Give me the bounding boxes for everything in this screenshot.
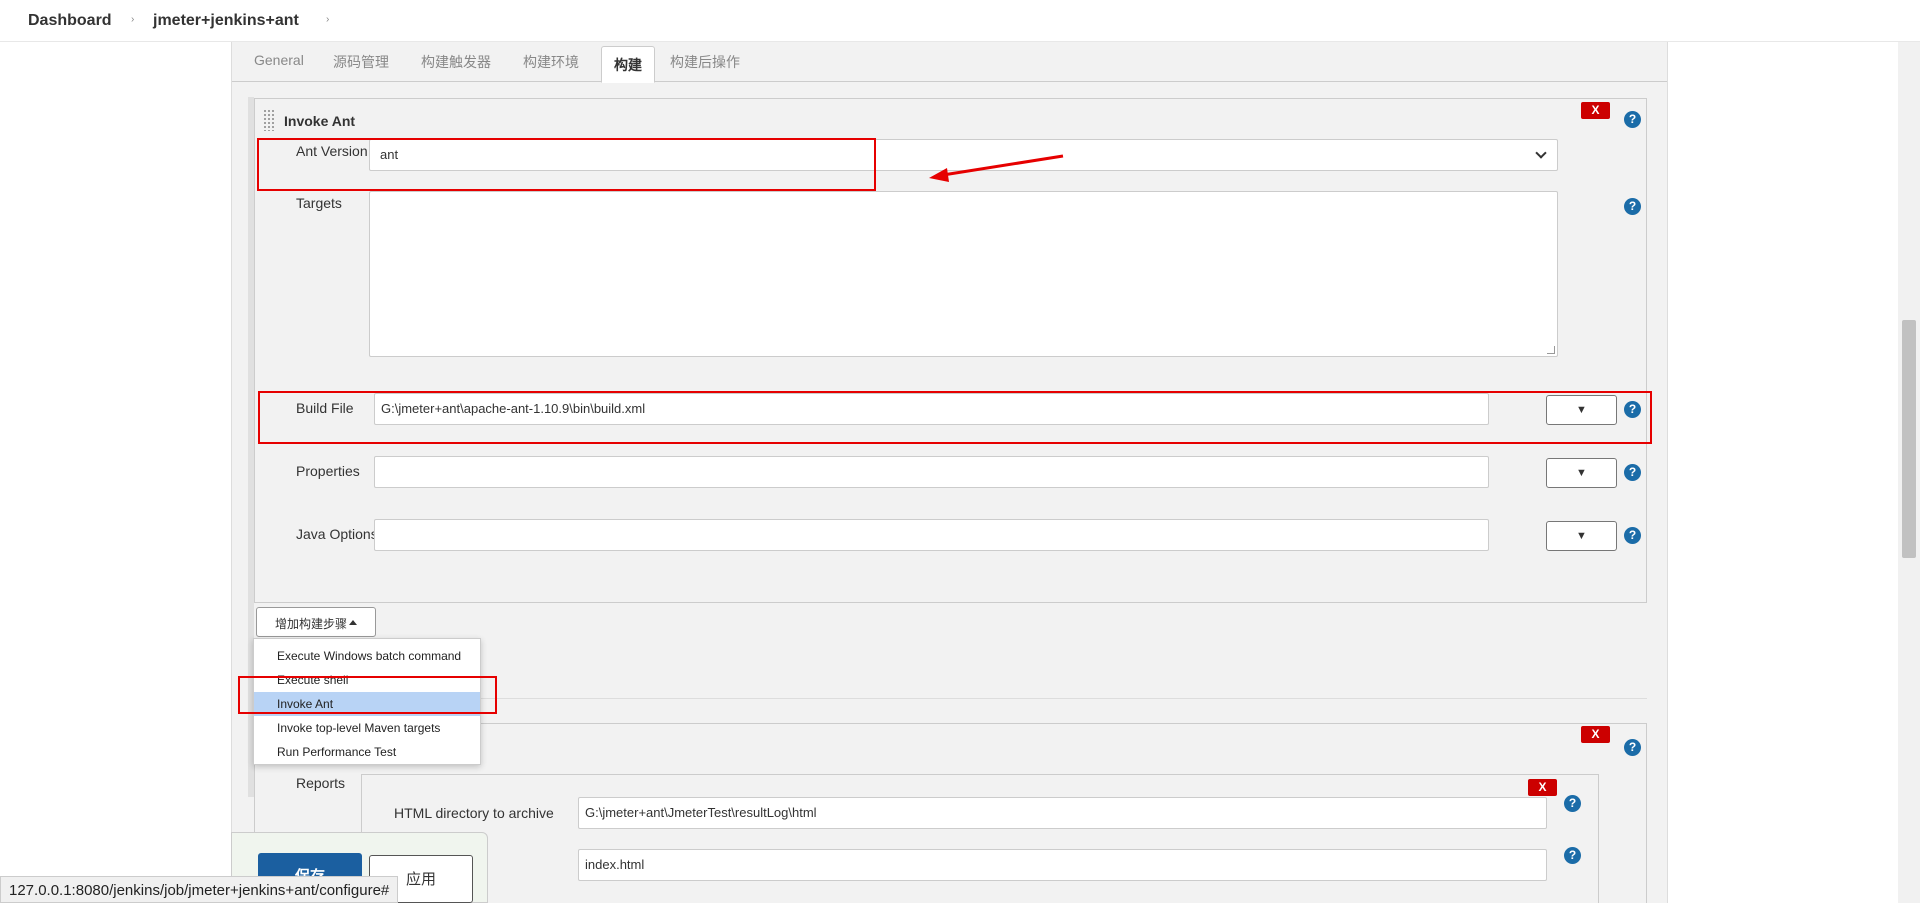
caret-up-icon [349, 620, 357, 625]
index-pages-input[interactable]: index.html [578, 849, 1547, 881]
breadcrumb-chevron-icon[interactable]: › [326, 14, 329, 25]
menu-item-windows-batch[interactable]: Execute Windows batch command [254, 644, 480, 668]
targets-textarea[interactable] [369, 191, 1558, 357]
delete-step-button[interactable]: X [1581, 102, 1610, 119]
properties-input[interactable] [374, 456, 1489, 488]
help-icon[interactable]: ? [1624, 527, 1641, 544]
help-icon[interactable]: ? [1624, 198, 1641, 215]
add-build-step-button[interactable]: 增加构建步骤 [256, 607, 376, 637]
tab-build-triggers[interactable]: 构建触发器 [421, 52, 491, 72]
highlight-ant-version [257, 138, 876, 191]
section-title: Invoke Ant [284, 113, 356, 129]
highlight-build-file [258, 391, 1652, 444]
tab-build-env[interactable]: 构建环境 [523, 52, 579, 72]
expand-java-options-button[interactable]: ▼ [1546, 521, 1617, 551]
breadcrumb: Dashboard › jmeter+jenkins+ant › [0, 0, 1920, 42]
delete-step-button[interactable]: X [1581, 726, 1610, 743]
report-entry: X HTML directory to archive G:\jmeter+an… [361, 774, 1599, 903]
scrollbar-thumb[interactable] [1902, 320, 1916, 558]
highlight-invoke-ant [238, 676, 497, 714]
reports-label: Reports [296, 775, 346, 791]
status-url: 127.0.0.1:8080/jenkins/job/jmeter+jenkin… [0, 876, 399, 903]
resize-handle-icon[interactable] [1547, 346, 1555, 354]
help-icon[interactable]: ? [1624, 464, 1641, 481]
html-dir-input[interactable]: G:\jmeter+ant\JmeterTest\resultLog\html [578, 797, 1547, 829]
delete-report-button[interactable]: X [1528, 779, 1557, 796]
drag-handle-icon[interactable] [263, 109, 275, 131]
targets-label: Targets [296, 195, 342, 211]
tab-general[interactable]: General [254, 52, 304, 68]
chevron-down-icon [1535, 147, 1547, 159]
config-tabs: General 源码管理 构建触发器 构建环境 构建 构建后操作 [232, 42, 1667, 83]
java-options-label: Java Options [296, 526, 378, 542]
vertical-scrollbar[interactable] [1898, 42, 1920, 903]
help-icon[interactable]: ? [1564, 847, 1581, 864]
menu-item-performance-test[interactable]: Run Performance Test [254, 740, 480, 764]
menu-item-maven[interactable]: Invoke top-level Maven targets [254, 716, 480, 740]
breadcrumb-job-link[interactable]: jmeter+jenkins+ant [153, 12, 299, 30]
breadcrumb-chevron-icon[interactable]: › [131, 14, 134, 25]
help-icon[interactable]: ? [1624, 111, 1641, 128]
breadcrumb-dashboard-link[interactable]: Dashboard [28, 12, 112, 30]
help-icon[interactable]: ? [1624, 739, 1641, 756]
annotation-arrow-icon [929, 154, 1064, 182]
tab-build[interactable]: 构建 [601, 46, 655, 83]
html-dir-label: HTML directory to archive [394, 805, 554, 821]
add-build-step-label: 增加构建步骤 [275, 617, 348, 631]
java-options-input[interactable] [374, 519, 1489, 551]
properties-label: Properties [296, 463, 360, 479]
help-icon[interactable]: ? [1564, 795, 1581, 812]
tab-post-build[interactable]: 构建后操作 [670, 52, 740, 72]
expand-properties-button[interactable]: ▼ [1546, 458, 1617, 488]
tab-source-control[interactable]: 源码管理 [333, 52, 389, 72]
